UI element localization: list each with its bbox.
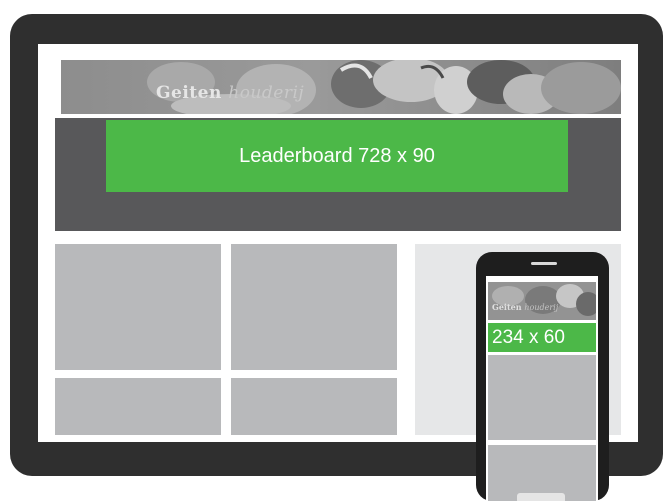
goats-banner-image bbox=[61, 60, 621, 114]
phone-mobile-ad: 234 x 60 bbox=[488, 323, 596, 352]
phone-home-button bbox=[517, 493, 565, 501]
phone-ad-label: 234 x 60 bbox=[492, 327, 565, 348]
content-tile-bottom-right bbox=[231, 378, 397, 435]
phone-content-tile-1 bbox=[488, 355, 596, 440]
banner-logo: Geiten houderij bbox=[156, 83, 304, 103]
phone-logo-light: houderij bbox=[524, 303, 559, 312]
header-banner: Geiten houderij bbox=[61, 60, 621, 114]
phone-banner-logo: Geiten houderij bbox=[492, 302, 558, 312]
phone-header-banner: Geiten houderij bbox=[488, 282, 596, 320]
content-tile-top-right bbox=[231, 244, 397, 370]
content-tile-bottom-left bbox=[55, 378, 221, 435]
phone-speaker bbox=[531, 262, 557, 265]
banner-logo-light: houderij bbox=[228, 83, 305, 103]
content-tile-top-left bbox=[55, 244, 221, 370]
phone-goats-banner-image bbox=[488, 282, 596, 320]
banner-logo-bold: Geiten bbox=[156, 83, 222, 103]
leaderboard-ad: Leaderboard 728 x 90 bbox=[106, 120, 568, 192]
phone-logo-bold: Geiten bbox=[492, 302, 522, 312]
leaderboard-ad-label: Leaderboard 728 x 90 bbox=[239, 144, 435, 167]
